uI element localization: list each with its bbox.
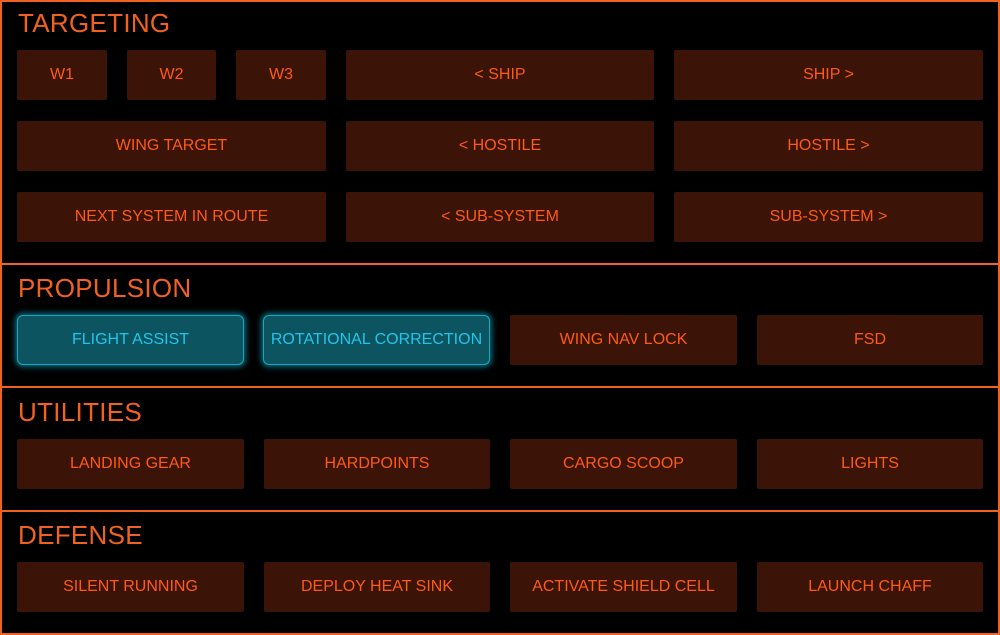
silent-running-button[interactable]: SILENT RUNNING [17, 562, 244, 612]
defense-panel: DEFENSE SILENT RUNNING DEPLOY HEAT SINK … [0, 510, 1000, 635]
prev-ship-button[interactable]: < SHIP [346, 50, 654, 100]
w2-button[interactable]: W2 [127, 50, 216, 100]
w3-button[interactable]: W3 [236, 50, 326, 100]
propulsion-title: PROPULSION [18, 273, 192, 303]
fsd-button[interactable]: FSD [757, 315, 983, 365]
next-hostile-button[interactable]: HOSTILE > [674, 121, 983, 171]
next-ship-button[interactable]: SHIP > [674, 50, 983, 100]
flight-assist-toggle[interactable]: FLIGHT ASSIST [17, 315, 244, 365]
defense-title: DEFENSE [18, 520, 143, 550]
prev-hostile-button[interactable]: < HOSTILE [346, 121, 654, 171]
cargo-scoop-button[interactable]: CARGO SCOOP [510, 439, 737, 489]
deploy-heat-sink-button[interactable]: DEPLOY HEAT SINK [264, 562, 490, 612]
propulsion-panel: PROPULSION FLIGHT ASSIST ROTATIONAL CORR… [0, 263, 1000, 389]
hardpoints-button[interactable]: HARDPOINTS [264, 439, 490, 489]
prev-subsystem-button[interactable]: < SUB-SYSTEM [346, 192, 654, 242]
activate-shield-cell-button[interactable]: ACTIVATE SHIELD CELL [510, 562, 737, 612]
wing-target-button[interactable]: WING TARGET [17, 121, 326, 171]
landing-gear-button[interactable]: LANDING GEAR [17, 439, 244, 489]
utilities-title: UTILITIES [18, 397, 143, 427]
next-system-in-route-button[interactable]: NEXT SYSTEM IN ROUTE [17, 192, 326, 242]
next-subsystem-button[interactable]: SUB-SYSTEM > [674, 192, 983, 242]
lights-button[interactable]: LIGHTS [757, 439, 983, 489]
rotational-correction-toggle[interactable]: ROTATIONAL CORRECTION [263, 315, 490, 365]
targeting-panel: TARGETING W1 W2 W3 < SHIP SHIP > WING TA… [0, 0, 1000, 265]
w1-button[interactable]: W1 [17, 50, 107, 100]
wing-nav-lock-button[interactable]: WING NAV LOCK [510, 315, 737, 365]
utilities-panel: UTILITIES LANDING GEAR HARDPOINTS CARGO … [0, 386, 1000, 513]
targeting-title: TARGETING [18, 8, 171, 38]
launch-chaff-button[interactable]: LAUNCH CHAFF [757, 562, 983, 612]
